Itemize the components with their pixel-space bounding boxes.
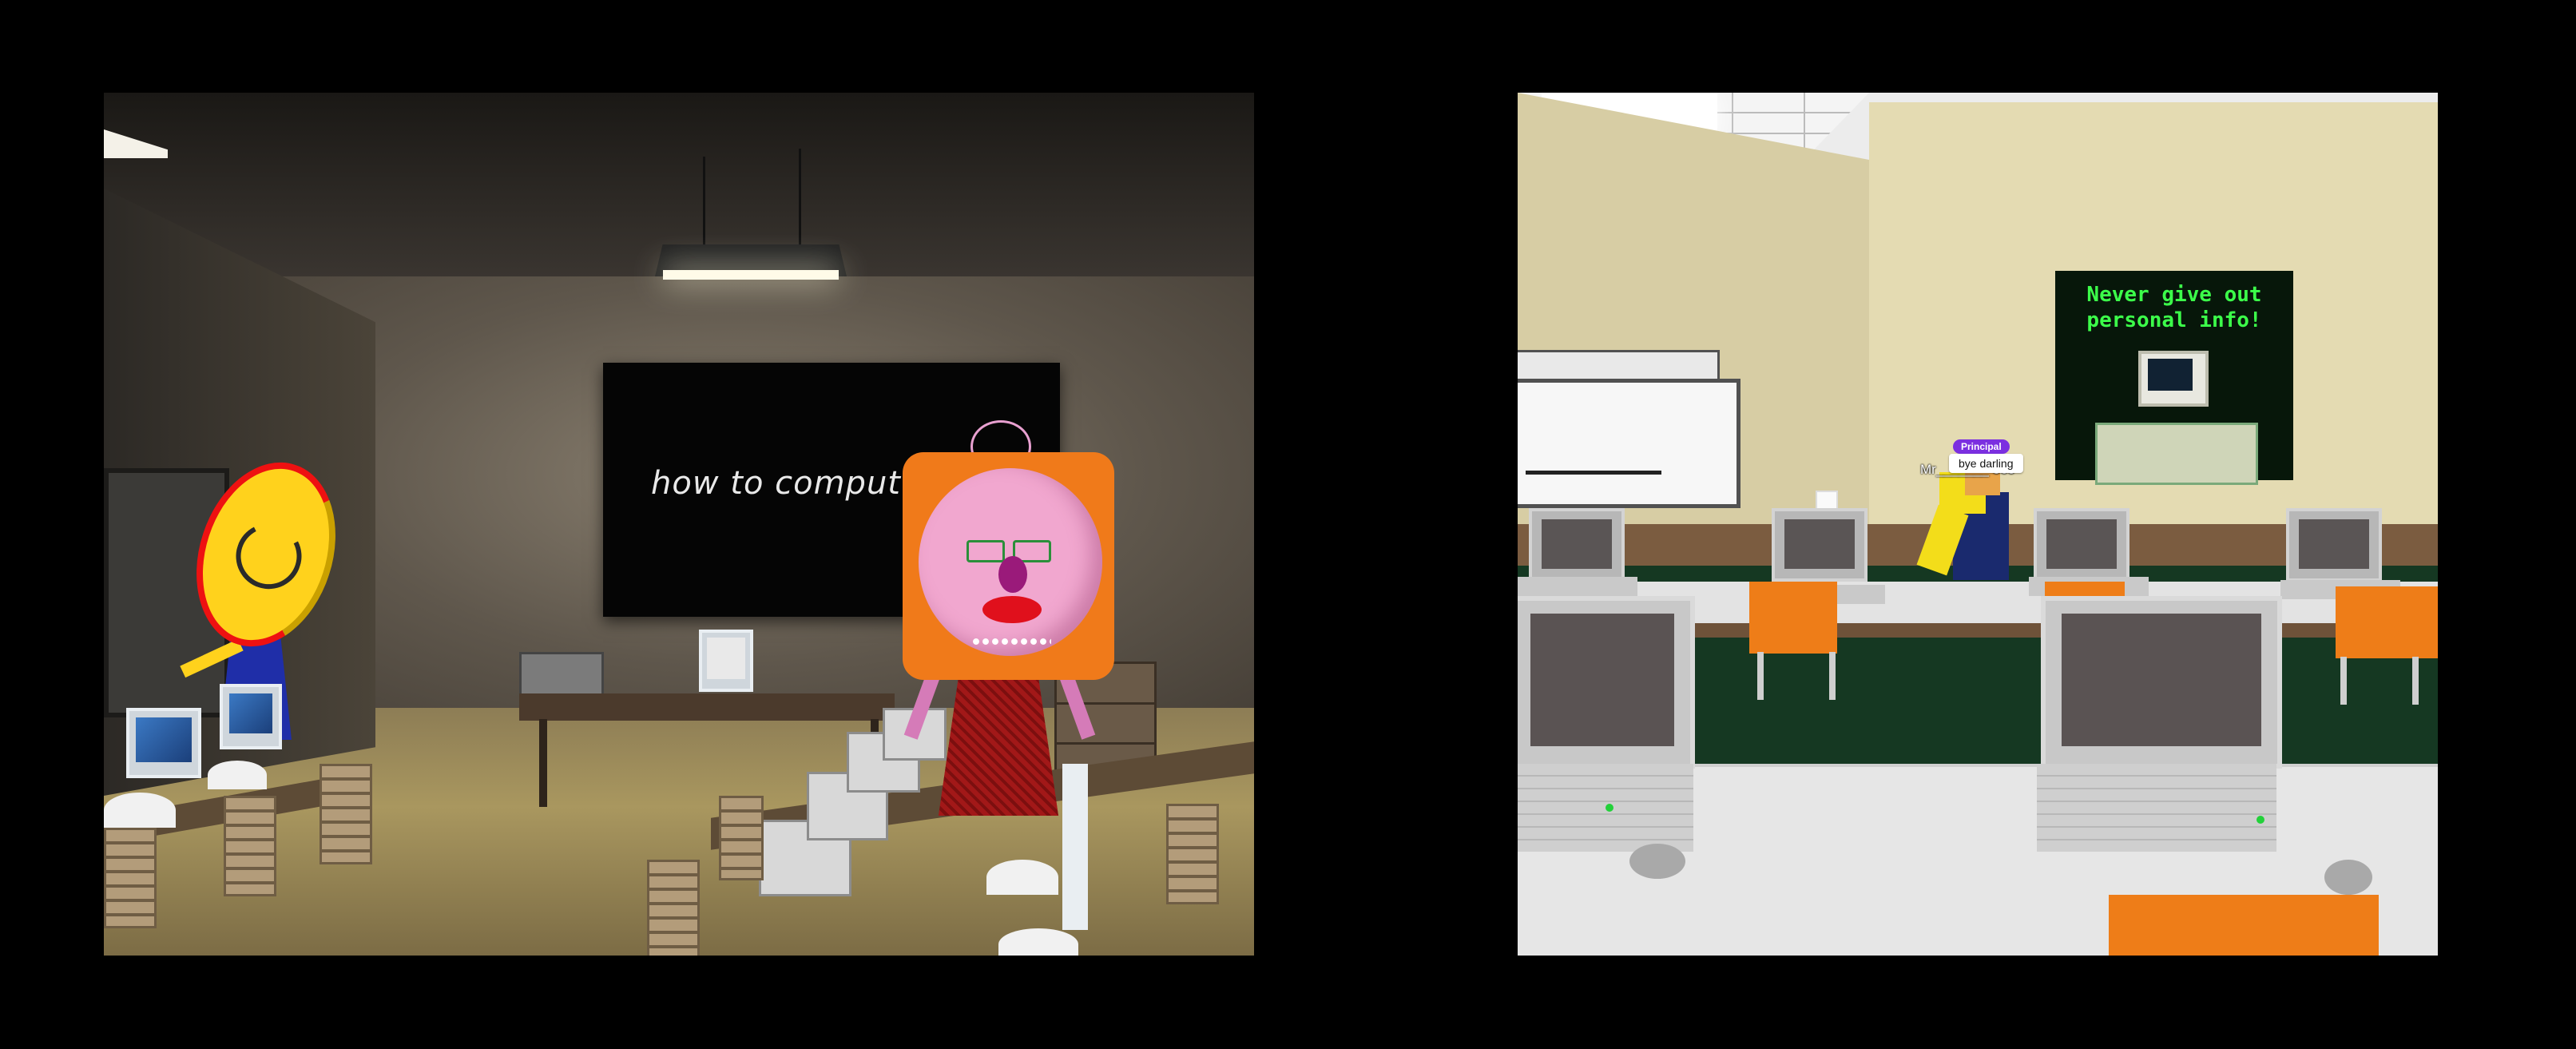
student-monitor (220, 684, 282, 749)
back-computer (2286, 508, 2382, 582)
npc-role-badge: Principal (1953, 439, 2010, 454)
power-led (2256, 816, 2264, 824)
keyboard (1518, 577, 1637, 596)
teacher-monitor (699, 630, 753, 692)
student-monitor (126, 708, 201, 778)
chair-leg (1757, 652, 1764, 700)
poster-line-1: Never give out (2086, 283, 2262, 307)
doll-necklace (971, 636, 1051, 647)
lamp-rod (703, 157, 705, 246)
chair-leg (1829, 652, 1836, 700)
poster-desk (2095, 423, 2258, 485)
chair (2336, 586, 2438, 658)
whiteboard-marker-tray (1526, 471, 1661, 475)
computer-dome (208, 761, 267, 789)
lamp-glow (663, 270, 839, 280)
chair (1749, 582, 1837, 654)
power-led (1606, 804, 1613, 812)
monster-face (227, 515, 311, 598)
computer-dome (104, 793, 176, 828)
poster-line-2: personal info! (2086, 308, 2262, 332)
chair (224, 796, 276, 896)
chair (104, 828, 157, 928)
back-computer (1772, 508, 1868, 582)
doll-head (919, 468, 1102, 656)
chair (1166, 804, 1219, 904)
chair (719, 796, 764, 880)
teacher-desk (519, 693, 895, 721)
whiteboard-shelf (1518, 350, 1720, 382)
poster-computer-icon (2138, 351, 2209, 407)
chair (647, 860, 700, 956)
chair-leg (2412, 657, 2419, 705)
doll-lips (982, 596, 1042, 623)
chair-leg (2340, 657, 2347, 705)
front-chair (2109, 895, 2379, 956)
left-scene-panel: how to comput (104, 93, 1254, 956)
npc-chat-bubble: bye darling (1949, 454, 2023, 473)
front-computer (1518, 596, 1695, 769)
computer-case (2037, 764, 2276, 852)
front-computer (2041, 596, 2282, 769)
whiteboard (1518, 379, 1740, 508)
mouse (1629, 844, 1685, 879)
chair (320, 764, 372, 864)
mouse (2324, 860, 2372, 895)
desk-leg (539, 719, 547, 807)
doll-nose (998, 556, 1027, 593)
side-monitor (1062, 764, 1088, 930)
safety-poster: Never give out personal info! (2055, 271, 2293, 485)
blackboard-text: how to comput (651, 465, 901, 502)
back-computer (1529, 508, 1625, 582)
lamp-rod (799, 149, 801, 246)
right-scene-panel: Never give out personal info! Principal … (1518, 93, 2438, 956)
poster-text: Never give out personal info! (2055, 282, 2293, 333)
back-computer (2034, 508, 2129, 582)
computer-dome (986, 860, 1058, 895)
computer-dome (998, 928, 1078, 956)
